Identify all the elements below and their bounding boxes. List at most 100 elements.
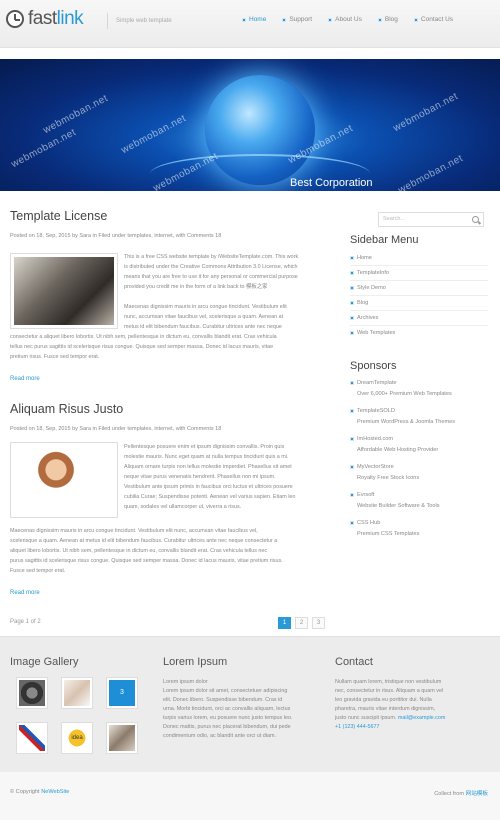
sidebar-menu-title: Sidebar Menu [350, 234, 419, 246]
site-tagline: Simple web template [107, 13, 172, 29]
site-footer: Image Gallery 3 idea Lorem Ipsum Lorem i… [0, 636, 500, 772]
text-line: Nullam quam lorem, tristique non vestibu… [335, 679, 442, 685]
text-line: nunc, accumsan vitae faucibus vel, scele… [124, 314, 284, 320]
main-nav: Home Support About Us Blog Contact Us [242, 16, 469, 23]
logo-text: fastlink [28, 8, 84, 30]
nav-home[interactable]: Home [242, 16, 266, 23]
sidebar-item-label: Archives [357, 315, 379, 321]
page-info: Page 1 of 2 [10, 619, 41, 625]
text-line: pharetra, mauris vitae interdum dignissi… [335, 706, 436, 712]
logo-text-second: link [56, 8, 84, 29]
text-line: Maecenas dignissim mauris in arcu congue… [124, 304, 287, 310]
nav-support[interactable]: Support [282, 16, 312, 23]
sponsor-link[interactable]: ImHosted.com [350, 436, 393, 442]
nav-label: Contact Us [420, 16, 454, 23]
sponsor-name: ImHosted.com [357, 436, 394, 442]
bullet-icon [350, 409, 354, 413]
sidebar-item-templateinfo[interactable]: TemplateInfo [350, 270, 488, 276]
text-line: purus sagittis id scelerisque risus cong… [10, 558, 283, 564]
gallery-thumb[interactable] [106, 722, 138, 754]
sponsor-link[interactable]: DreamTemplate [350, 380, 396, 386]
text-line: leo gravida gravida eu porttitor dui. Nu… [335, 697, 432, 703]
text-line: Pellentesque posuere enim et ipsum digni… [124, 444, 285, 450]
site-header: fastlink Simple web template Home Suppor… [0, 0, 500, 48]
text-line: Lorem ipsum dolor [163, 679, 208, 685]
text-line: quam, sodales vel ullamcorper ut, viverr… [124, 504, 242, 510]
post-thumbnail[interactable] [10, 442, 118, 518]
post-thumbnail[interactable] [10, 253, 118, 329]
gallery-image: 3 [109, 680, 135, 706]
bullet-icon [282, 17, 287, 22]
post-body: Maecenas dignissim mauris in arcu congue… [124, 302, 344, 332]
sponsor-desc: Affordable Web Hosting Provider [357, 447, 439, 453]
gallery-thumb[interactable] [61, 677, 93, 709]
sidebar-item-web-templates[interactable]: Web Templates [350, 330, 488, 336]
bullet-icon [328, 17, 333, 22]
contact-text-line: justo nunc suscipit ipsum. [335, 715, 397, 721]
logo-text-first: fast [28, 8, 57, 29]
gallery-thumb[interactable] [16, 722, 48, 754]
lorem-text: Lorem ipsum dolor Lorem ipsum dolor sit … [163, 678, 333, 741]
sidebar-item-label: Blog [357, 300, 369, 306]
sidebar-item-blog[interactable]: Blog [350, 300, 488, 306]
text-line: is distributed under the Creative Common… [124, 264, 298, 270]
bullet-icon [350, 286, 354, 290]
post-title[interactable]: Aliquam Risus Justo [10, 402, 123, 416]
sponsor-name: MyVectorStore [357, 464, 394, 470]
gallery-thumb[interactable] [16, 677, 48, 709]
gallery-thumb[interactable]: 3 [106, 677, 138, 709]
text-line: cubilia Curae; Suspendisse potenti. Aene… [124, 494, 296, 500]
bottom-bar: © Copyright NeWebSite Collect from 网站模板 [0, 772, 500, 820]
collect-link[interactable]: 网站模板 [466, 791, 488, 797]
search-icon[interactable] [472, 216, 479, 223]
sponsor-desc: Royalty Free Stock Icons [357, 475, 420, 481]
sponsor-link[interactable]: TemplateSOLD [350, 408, 395, 414]
clock-icon [6, 10, 24, 28]
sponsor-desc: Premium WordPress & Joomla Themes [357, 419, 456, 425]
contact-phone[interactable]: +1 (123) 444-5677 [335, 723, 495, 732]
sponsor-link[interactable]: MyVectorStore [350, 464, 394, 470]
text-line: means that you are free to use it for an… [124, 274, 298, 280]
sidebar-item-archives[interactable]: Archives [350, 315, 488, 321]
bullet-icon [350, 437, 354, 441]
page-button-1[interactable]: 1 [278, 617, 291, 629]
sponsor-name: DreamTemplate [357, 380, 397, 386]
read-more-link[interactable]: Read more [10, 376, 40, 382]
sidebar-item-home[interactable]: Home [350, 255, 488, 261]
sponsor-link[interactable]: CSS Hub [350, 520, 380, 526]
sponsor-link[interactable]: Evrsoft [350, 492, 374, 498]
text-line: metus id elit bibendum faucibus. Curabit… [124, 324, 282, 330]
page-button-2[interactable]: 2 [295, 617, 308, 629]
bullet-icon [350, 331, 354, 335]
copyright-prefix: © Copyright [10, 789, 40, 795]
read-more-link[interactable]: Read more [10, 590, 40, 596]
search-input[interactable]: Search... [378, 212, 484, 227]
page-button-3[interactable]: 3 [312, 617, 325, 629]
gallery-image: idea [64, 725, 90, 751]
nav-about-us[interactable]: About Us [328, 16, 362, 23]
text-line: aliquet libero lobortis. Ut nibh sem, pe… [10, 548, 268, 554]
post-title[interactable]: Template License [10, 209, 107, 223]
watermark: webmoban.net [41, 92, 111, 137]
nav-label: Blog [384, 16, 398, 23]
site-logo[interactable]: fastlink [6, 8, 84, 30]
watermark: webmoban.net [396, 152, 466, 191]
text-line: condimentum odio, ac blandit ante orci u… [163, 733, 276, 739]
text-line: Aliquam ornare turpis non tellus molesti… [124, 464, 292, 470]
divider [350, 295, 488, 296]
sidebar-item-style-demo[interactable]: Style Demo [350, 285, 488, 291]
divider [350, 280, 488, 281]
copyright-link[interactable]: NeWebSite [41, 789, 69, 795]
post-intro: This is a free CSS website template by i… [124, 252, 344, 292]
text-line: tellus nec purus sagittis id scelerisque… [10, 344, 274, 350]
sponsor-desc: Premium CSS Templates [357, 531, 420, 537]
text-line: Fusce sed tempor erat. [10, 568, 66, 574]
text-line: neque vitae purus venenatis hendrerit. P… [124, 474, 276, 480]
nav-contact-us[interactable]: Contact Us [413, 16, 454, 23]
watermark: webmoban.net [9, 126, 79, 171]
text-line: scelerisque a quam. Aenean at metus id e… [10, 538, 278, 544]
contact-email-link[interactable]: mail@example.com [398, 715, 445, 721]
divider [350, 265, 488, 266]
gallery-thumb[interactable]: idea [61, 722, 93, 754]
nav-blog[interactable]: Blog [377, 16, 398, 23]
